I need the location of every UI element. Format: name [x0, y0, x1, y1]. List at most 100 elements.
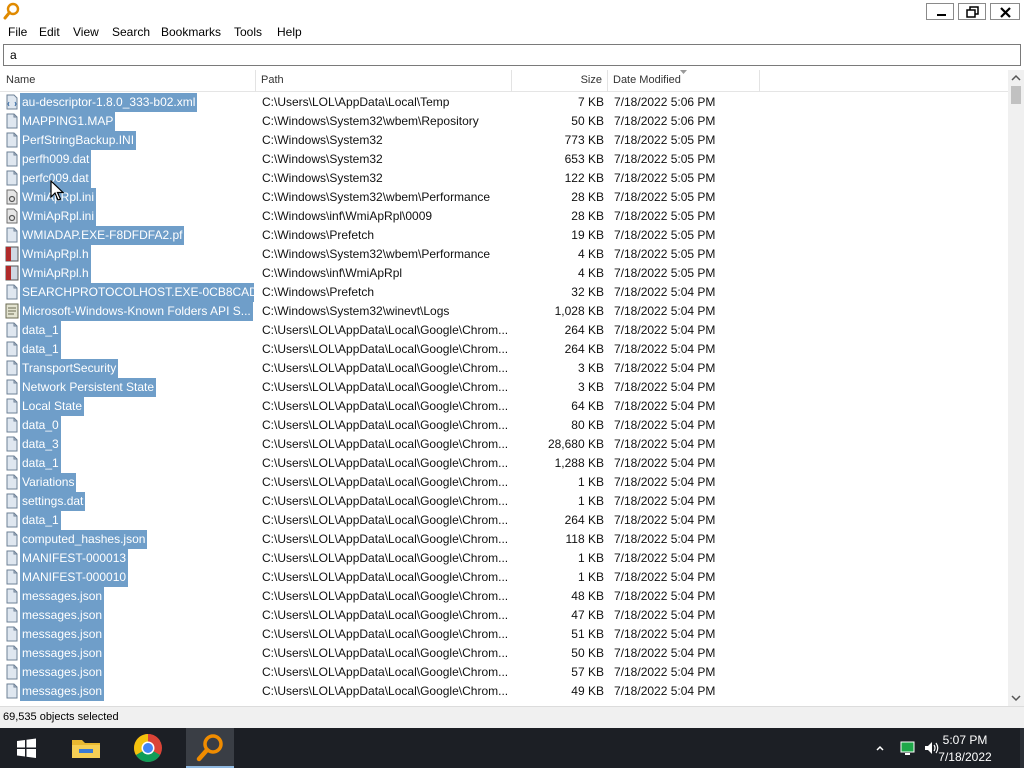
file-name[interactable]: MANIFEST-000010 [20, 568, 129, 587]
file-name[interactable]: perfh009.dat [20, 150, 92, 169]
file-name[interactable]: TransportSecurity [20, 359, 119, 378]
file-name[interactable]: settings.dat [20, 492, 86, 511]
file-name[interactable]: SEARCHPROTOCOLHOST.EXE-0CB8CADE... [20, 283, 254, 302]
file-row[interactable]: au-descriptor-1.8.0_333-b02.xml C:\Users\… [0, 93, 1008, 112]
file-row[interactable]: MANIFEST-000010 C:\Users\LOL\AppData\Loca… [0, 568, 1008, 587]
file-name[interactable]: Variations [20, 473, 77, 492]
file-name[interactable]: data_1 [20, 454, 61, 473]
start-button[interactable] [0, 728, 52, 768]
file-row[interactable]: WmiApRpl.iniC:\Windows\System32\wbem\Per… [0, 188, 1008, 207]
search-input[interactable] [3, 44, 1021, 66]
scroll-thumb[interactable] [1011, 86, 1021, 104]
column-header-name[interactable]: Name [6, 70, 35, 92]
file-name[interactable]: WMIADAP.EXE-F8DFDFA2.pf [20, 226, 185, 245]
file-row[interactable]: messages.json C:\Users\LOL\AppData\Local\… [0, 663, 1008, 682]
menu-help[interactable]: Help [277, 25, 302, 39]
show-hidden-icons-chevron-icon[interactable] [874, 740, 886, 756]
restore-button[interactable] [958, 3, 986, 20]
file-row[interactable]: Local State C:\Users\LOL\AppData\Local\Go… [0, 397, 1008, 416]
menu-edit[interactable]: Edit [39, 25, 60, 39]
scroll-up-arrow-icon[interactable] [1008, 70, 1024, 86]
network-icon[interactable] [899, 740, 917, 756]
file-name[interactable]: Local State [20, 397, 85, 416]
file-row[interactable]: TransportSecurity C:\Users\LOL\AppData\Lo… [0, 359, 1008, 378]
column-divider[interactable] [511, 70, 512, 92]
file-row[interactable]: WmiApRpl.h C:\Windows\System32\wbem\Perfo… [0, 245, 1008, 264]
file-name[interactable]: MAPPING1.MAP [20, 112, 116, 131]
file-row[interactable]: PerfStringBackup.INI C:\Windows\System32 7… [0, 131, 1008, 150]
minimize-button[interactable] [926, 3, 954, 20]
column-divider[interactable] [607, 70, 608, 92]
column-divider[interactable] [255, 70, 256, 92]
menu-view[interactable]: View [73, 25, 99, 39]
file-name[interactable]: data_1 [20, 321, 61, 340]
file-icon [6, 151, 18, 167]
menu-bookmarks[interactable]: Bookmarks [161, 25, 221, 39]
column-header-path[interactable]: Path [261, 70, 284, 92]
file-row[interactable]: Network Persistent State C:\Users\LOL\App… [0, 378, 1008, 397]
file-name[interactable]: data_0 [20, 416, 61, 435]
file-date-modified: 7/18/2022 5:04 PM [614, 361, 716, 375]
close-button[interactable] [990, 3, 1020, 20]
file-row[interactable]: messages.json C:\Users\LOL\AppData\Local\… [0, 644, 1008, 663]
taskbar-everything-search[interactable] [186, 728, 234, 768]
file-name[interactable]: data_1 [20, 340, 61, 359]
file-row[interactable]: settings.dat C:\Users\LOL\AppData\Local\G… [0, 492, 1008, 511]
file-row[interactable]: Microsoft-Windows-Known Folders API S...… [0, 302, 1008, 321]
file-name[interactable]: PerfStringBackup.INI [20, 131, 137, 150]
file-row[interactable]: messages.json C:\Users\LOL\AppData\Local\… [0, 625, 1008, 644]
clock-time[interactable]: 5:07 PM [930, 733, 1000, 747]
vertical-scrollbar[interactable] [1008, 70, 1024, 706]
file-name[interactable]: messages.json [20, 606, 105, 625]
file-row[interactable]: SEARCHPROTOCOLHOST.EXE-0CB8CADE... C:\Win… [0, 283, 1008, 302]
file-row[interactable]: messages.json C:\Users\LOL\AppData\Local\… [0, 606, 1008, 625]
show-desktop-button[interactable] [1020, 728, 1024, 768]
file-row[interactable]: data_1 C:\Users\LOL\AppData\Local\Google\… [0, 454, 1008, 473]
file-row[interactable]: WMIADAP.EXE-F8DFDFA2.pf C:\Windows\Prefet… [0, 226, 1008, 245]
file-row[interactable]: WmiApRpl.ini C:\Windows\inf\WmiApRpl\0009… [0, 207, 1008, 226]
taskbar-chrome[interactable] [124, 728, 172, 768]
menu-search[interactable]: Search [112, 25, 150, 39]
file-row[interactable]: WmiApRpl.h C:\Windows\inf\WmiApRpl 4 KB 7/1… [0, 264, 1008, 283]
file-row[interactable]: Variations C:\Users\LOL\AppData\Local\Goo… [0, 473, 1008, 492]
file-name[interactable]: Microsoft-Windows-Known Folders API S... [20, 302, 253, 321]
file-row[interactable]: messages.json C:\Users\LOL\AppData\Local\… [0, 587, 1008, 606]
file-name[interactable]: messages.json [20, 663, 105, 682]
file-row[interactable]: data_3 C:\Users\LOL\AppData\Local\Google\… [0, 435, 1008, 454]
file-row[interactable]: computed_hashes.json C:\Users\LOL\AppData… [0, 530, 1008, 549]
file-name[interactable]: Network Persistent State [20, 378, 157, 397]
file-row[interactable]: data_1 C:\Users\LOL\AppData\Local\Google\… [0, 340, 1008, 359]
file-name[interactable]: WmiApRpl.ini [20, 207, 97, 226]
file-row[interactable]: perfh009.dat C:\Windows\System32 653 KB 7/1… [0, 150, 1008, 169]
file-name[interactable]: messages.json [20, 625, 105, 644]
file-row[interactable]: perfc009.dat C:\Windows\System32 122 KB 7/1… [0, 169, 1008, 188]
file-row[interactable]: data_1 C:\Users\LOL\AppData\Local\Google\… [0, 321, 1008, 340]
column-divider[interactable] [759, 70, 760, 92]
scroll-down-arrow-icon[interactable] [1008, 690, 1024, 706]
column-header-date-modified[interactable]: Date Modified [613, 70, 681, 92]
file-name[interactable]: MANIFEST-000013 [20, 549, 129, 568]
file-row[interactable]: data_0 C:\Users\LOL\AppData\Local\Google\… [0, 416, 1008, 435]
menu-file[interactable]: File [8, 25, 27, 39]
file-row[interactable]: data_1 C:\Users\LOL\AppData\Local\Google\… [0, 511, 1008, 530]
taskbar-file-explorer[interactable] [62, 728, 110, 768]
file-row[interactable]: MAPPING1.MAP C:\Windows\System32\wbem\Rep… [0, 112, 1008, 131]
file-name[interactable]: data_1 [20, 511, 61, 530]
file-row[interactable]: messages.json C:\Users\LOL\AppData\Local\… [0, 682, 1008, 701]
sort-descending-icon [680, 70, 687, 74]
file-name[interactable]: WmiApRpl.h [20, 245, 91, 264]
restore-icon [966, 6, 979, 18]
file-row[interactable]: MANIFEST-000013 C:\Users\LOL\AppData\Loca… [0, 549, 1008, 568]
file-name[interactable]: data_3 [20, 435, 61, 454]
file-name[interactable]: messages.json [20, 587, 105, 606]
file-name[interactable]: computed_hashes.json [20, 530, 148, 549]
file-name[interactable]: messages.json [20, 682, 105, 701]
file-name[interactable]: au-descriptor-1.8.0_333-b02.xml [20, 93, 198, 112]
clock-date[interactable]: 7/18/2022 [930, 750, 1000, 764]
file-name[interactable]: WmiApRpl.h [20, 264, 91, 283]
column-header-size[interactable]: Size [540, 70, 602, 92]
menu-tools[interactable]: Tools [234, 25, 262, 39]
file-name[interactable]: messages.json [20, 644, 105, 663]
file-icon [6, 360, 18, 376]
results-list[interactable]: au-descriptor-1.8.0_333-b02.xml C:\Users\… [0, 93, 1008, 705]
